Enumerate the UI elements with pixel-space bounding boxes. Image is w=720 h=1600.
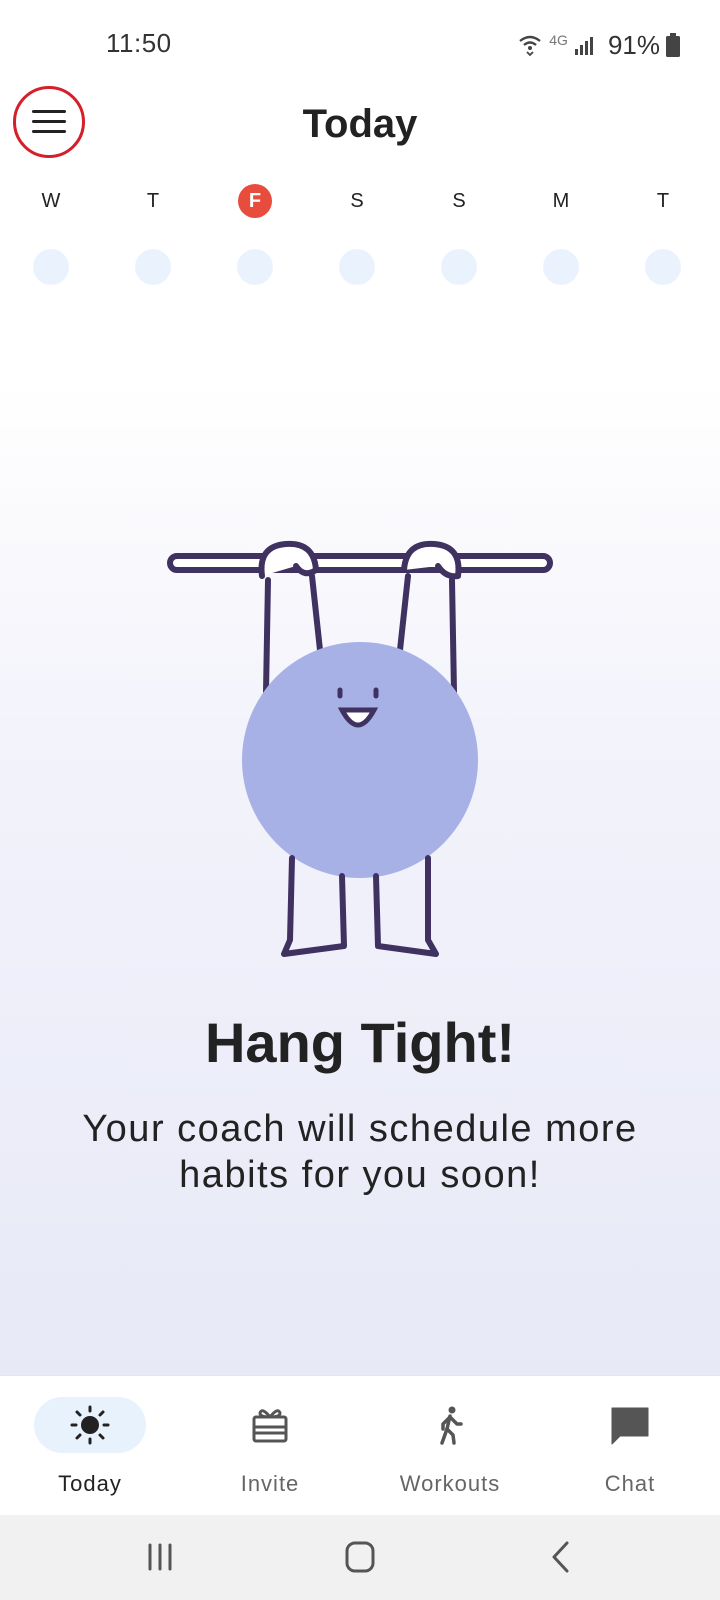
nav-today[interactable]: Today bbox=[0, 1376, 180, 1516]
day-tuesday[interactable]: T bbox=[633, 184, 693, 285]
day-letter: S bbox=[452, 190, 466, 212]
status-bar: 11:50 4G 91% bbox=[0, 0, 720, 90]
day-thursday[interactable]: T bbox=[123, 184, 183, 285]
day-letter: F bbox=[238, 184, 272, 218]
day-status-dot bbox=[33, 249, 69, 285]
walking-person-icon bbox=[440, 1406, 463, 1445]
day-letter: T bbox=[656, 190, 670, 212]
day-letter: S bbox=[350, 190, 364, 212]
day-friday-selected[interactable]: F bbox=[225, 184, 285, 285]
nav-chat[interactable]: Chat bbox=[540, 1376, 720, 1516]
signal-bars-icon bbox=[574, 37, 593, 55]
day-letter: M bbox=[552, 190, 570, 212]
empty-state-title: Hang Tight! bbox=[204, 1011, 516, 1074]
gift-icon bbox=[252, 1409, 288, 1443]
nav-label: Chat bbox=[604, 1471, 656, 1496]
day-letter: T bbox=[146, 190, 160, 212]
sun-icon bbox=[70, 1405, 110, 1445]
day-status-dot bbox=[543, 249, 579, 285]
chat-bubble-icon bbox=[611, 1407, 649, 1445]
day-status-dot bbox=[339, 249, 375, 285]
nav-label: Workouts bbox=[399, 1471, 501, 1496]
nav-workouts[interactable]: Workouts bbox=[360, 1376, 540, 1516]
app-header: Today bbox=[0, 84, 720, 172]
status-time: 11:50 bbox=[106, 28, 172, 58]
recent-apps-icon[interactable] bbox=[135, 1535, 185, 1579]
network-type: 4G bbox=[549, 32, 568, 48]
day-status-dot bbox=[441, 249, 477, 285]
day-sunday[interactable]: S bbox=[429, 184, 489, 285]
day-status-dot bbox=[645, 249, 681, 285]
nav-label: Invite bbox=[240, 1471, 300, 1496]
day-saturday[interactable]: S bbox=[327, 184, 387, 285]
status-indicators: 4G 91% bbox=[517, 28, 680, 62]
bottom-navigation: Today Invite Workouts Chat bbox=[0, 1375, 720, 1515]
wifi-calling-icon bbox=[519, 35, 542, 57]
system-navigation-bar bbox=[0, 1515, 720, 1600]
back-icon[interactable] bbox=[537, 1535, 587, 1579]
home-icon[interactable] bbox=[335, 1535, 385, 1579]
battery-percent: 91% bbox=[607, 29, 660, 60]
empty-state-message: Your coach will schedule more habits for… bbox=[82, 1108, 638, 1196]
battery-icon bbox=[666, 33, 680, 57]
nav-label: Today bbox=[58, 1471, 122, 1496]
empty-state: Hang Tight! Your coach will schedule mor… bbox=[0, 380, 720, 1375]
nav-invite[interactable]: Invite bbox=[180, 1376, 360, 1516]
day-wednesday[interactable]: W bbox=[21, 184, 81, 285]
day-letter: W bbox=[41, 190, 61, 212]
hanging-character-illustration bbox=[167, 540, 553, 957]
week-strip: W T F S S M T bbox=[0, 184, 720, 304]
day-monday[interactable]: M bbox=[531, 184, 591, 285]
day-status-dot bbox=[135, 249, 171, 285]
day-status-dot bbox=[237, 249, 273, 285]
page-title: Today bbox=[302, 102, 418, 146]
